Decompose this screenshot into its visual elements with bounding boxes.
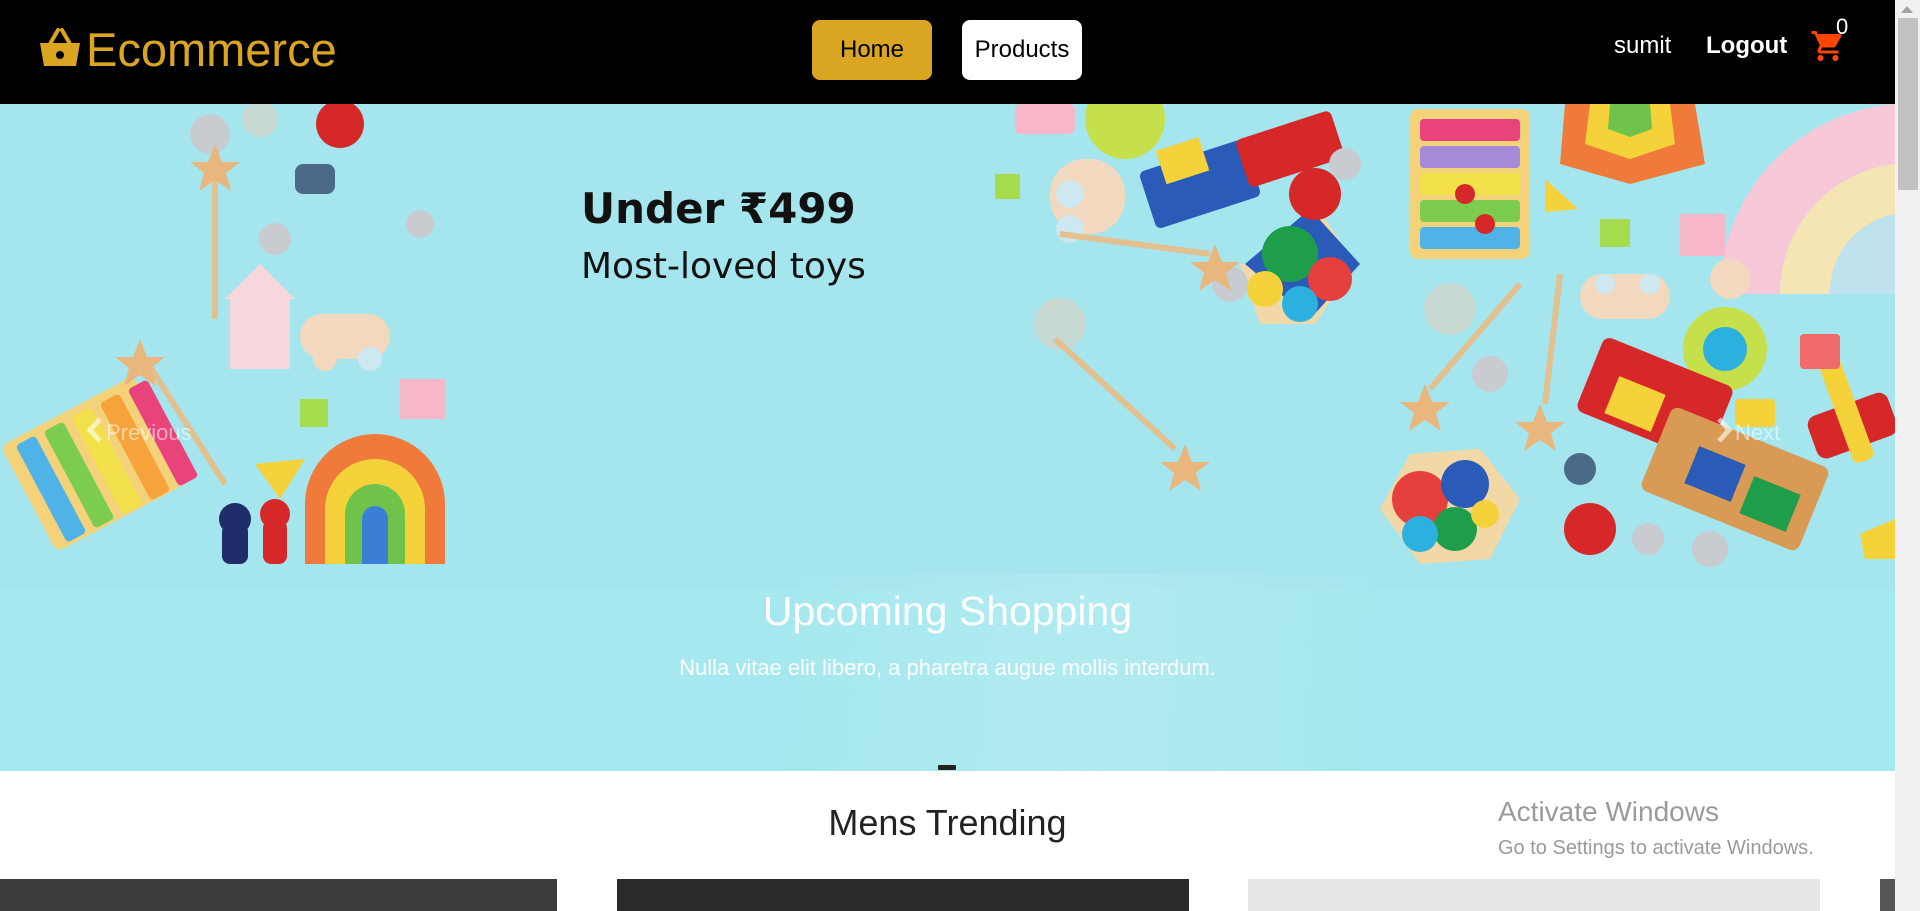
carousel-caption-text: Nulla vitae elit libero, a pharetra augu… xyxy=(679,655,1216,680)
logout-button[interactable]: Logout xyxy=(1706,32,1787,60)
username[interactable]: sumit xyxy=(1614,32,1671,60)
scroll-up-arrow-icon[interactable] xyxy=(1900,4,1914,14)
carousel-caption-title: Upcoming Shopping xyxy=(762,588,1133,634)
hero-carousel: Under ₹499 Most-loved toys Previous Next… xyxy=(0,104,1895,771)
navbar: Ecommerce Home Products sumit Logout 0 xyxy=(0,0,1895,104)
product-card[interactable] xyxy=(1248,879,1820,911)
shopping-basket-icon xyxy=(36,24,84,77)
activate-windows-text: Go to Settings to activate Windows. xyxy=(1498,837,1814,859)
product-card[interactable] xyxy=(1880,879,1895,911)
product-card[interactable] xyxy=(0,879,557,911)
brand-name: Ecommerce xyxy=(86,23,337,76)
chevron-left-icon xyxy=(84,416,106,450)
shopping-cart-icon xyxy=(1810,31,1846,68)
scrollbar-thumb[interactable] xyxy=(1898,18,1918,190)
products-button[interactable]: Products xyxy=(962,20,1082,80)
activate-windows-title: Activate Windows xyxy=(1498,796,1719,827)
previous-label: Previous xyxy=(106,420,192,445)
product-card[interactable] xyxy=(617,879,1189,911)
promo-price: Under ₹499 xyxy=(581,184,856,233)
promo-subtitle: Most-loved toys xyxy=(581,246,866,287)
chevron-right-icon xyxy=(1713,416,1735,450)
toys-banner-image xyxy=(0,104,1895,589)
next-label: Next xyxy=(1735,420,1781,445)
cart-count: 0 xyxy=(1836,14,1849,39)
carousel-previous-button[interactable]: Previous xyxy=(84,416,192,450)
brand[interactable]: Ecommerce xyxy=(36,22,337,78)
carousel-indicator[interactable] xyxy=(938,765,956,770)
carousel-next-button[interactable]: Next xyxy=(1713,416,1780,450)
home-button[interactable]: Home xyxy=(812,20,932,80)
